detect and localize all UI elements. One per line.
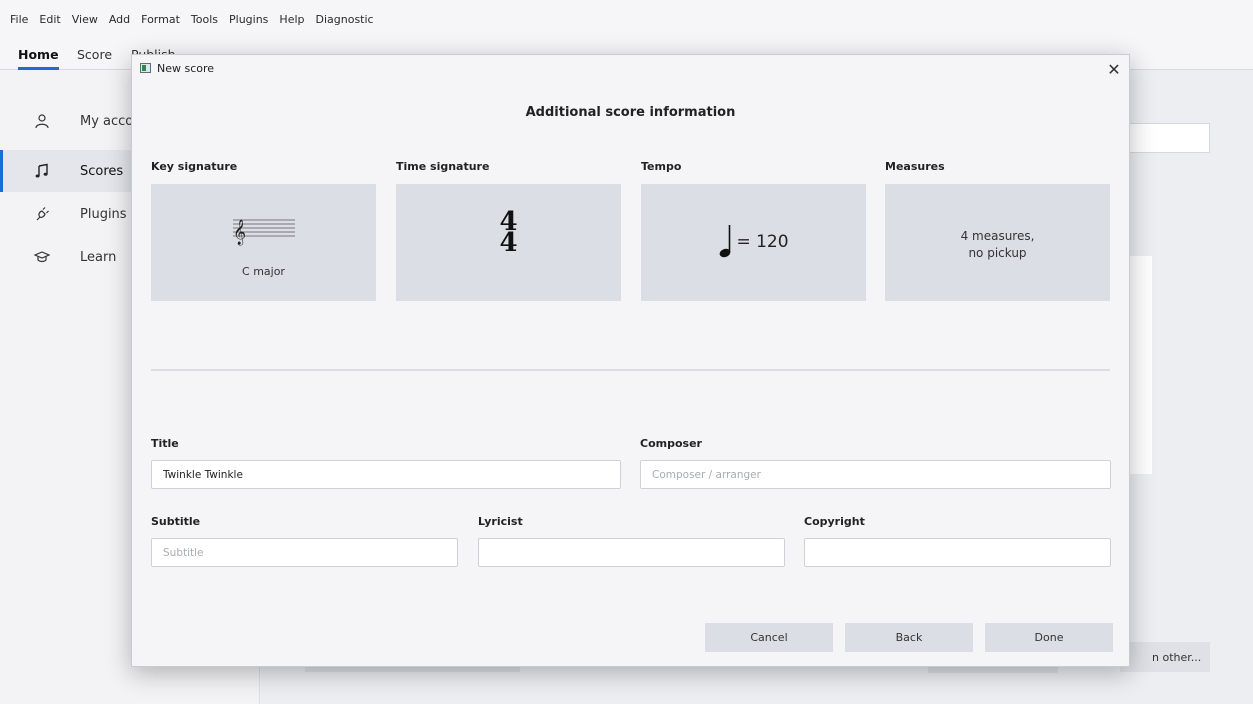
plug-icon [32, 204, 52, 224]
measures-card[interactable]: 4 measures, no pickup [885, 184, 1110, 301]
cancel-button[interactable]: Cancel [705, 623, 833, 652]
tempo-value: = 120 [736, 232, 789, 252]
composer-input[interactable] [640, 460, 1111, 489]
menu-file[interactable]: File [10, 13, 28, 26]
sidebar-item-label: My acco [80, 113, 134, 129]
tab-home[interactable]: Home [18, 38, 59, 70]
menu-view[interactable]: View [72, 13, 98, 26]
new-score-dialog: New score ✕ Additional score information… [131, 54, 1130, 667]
key-signature-label: Key signature [151, 160, 238, 173]
back-button[interactable]: Back [845, 623, 973, 652]
menu-edit[interactable]: Edit [39, 13, 60, 26]
time-signature-denominator: 4 [499, 228, 518, 258]
composer-label: Composer [640, 437, 702, 450]
key-signature-value: C major [242, 265, 285, 278]
treble-clef-staff-icon: 𝄞 [233, 219, 295, 245]
menu-tools[interactable]: Tools [191, 13, 218, 26]
user-icon [32, 111, 52, 131]
menu-diagnostic[interactable]: Diagnostic [316, 13, 374, 26]
dialog-titlebar: New score ✕ [132, 55, 1129, 83]
background-panel [1130, 256, 1152, 474]
copyright-label: Copyright [804, 515, 865, 528]
menu-format[interactable]: Format [141, 13, 180, 26]
app-icon [140, 63, 151, 73]
title-label: Title [151, 437, 179, 450]
copyright-input[interactable] [804, 538, 1111, 567]
background-search-field [1128, 123, 1210, 153]
section-divider [151, 369, 1110, 371]
measures-count: 4 measures, [960, 229, 1035, 243]
menu-help[interactable]: Help [279, 13, 304, 26]
menu-plugins[interactable]: Plugins [229, 13, 268, 26]
svg-text:𝄞: 𝄞 [233, 219, 246, 245]
title-input[interactable] [151, 460, 621, 489]
lyricist-label: Lyricist [478, 515, 523, 528]
close-icon[interactable]: ✕ [1102, 57, 1126, 81]
done-button[interactable]: Done [985, 623, 1113, 652]
sidebar-item-label: Plugins [80, 206, 127, 222]
dialog-heading: Additional score information [525, 105, 736, 120]
dialog-window-title: New score [157, 62, 215, 75]
tempo-label: Tempo [641, 160, 682, 173]
measures-label: Measures [885, 160, 945, 173]
subtitle-label: Subtitle [151, 515, 201, 528]
background-other-button: n other... [1120, 642, 1210, 672]
menu-bar: File Edit View Add Format Tools Plugins … [0, 0, 1253, 38]
tab-score[interactable]: Score [77, 38, 112, 70]
lyricist-input[interactable] [478, 538, 785, 567]
time-signature-card[interactable]: 4 4 [396, 184, 621, 301]
time-signature-label: Time signature [396, 160, 490, 173]
measures-pickup: no pickup [968, 246, 1027, 260]
menu-add[interactable]: Add [109, 13, 130, 26]
subtitle-input[interactable] [151, 538, 458, 567]
quarter-note-icon [720, 225, 731, 258]
tempo-card[interactable]: = 120 [641, 184, 866, 301]
music-note-icon [32, 161, 52, 181]
sidebar-item-label: Learn [80, 249, 117, 265]
mortarboard-icon [32, 247, 52, 267]
background-other-label: n other... [1152, 650, 1202, 664]
sidebar-item-label: Scores [80, 163, 124, 179]
key-signature-card[interactable]: 𝄞 C major [151, 184, 376, 301]
